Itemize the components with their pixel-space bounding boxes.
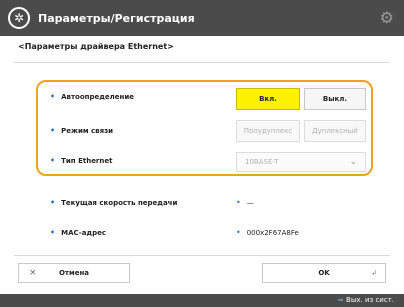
divider bbox=[14, 255, 390, 256]
close-icon: × bbox=[29, 268, 37, 278]
auto-detect-on-button[interactable]: Вкл. bbox=[236, 88, 300, 110]
page-subtitle: <Параметры драйвера Ethernet> bbox=[18, 42, 174, 51]
bullet-icon: • bbox=[50, 126, 56, 135]
mac-address-value: • 000х2F67A8Fe bbox=[236, 228, 299, 237]
gear-icon[interactable]: ⚙ bbox=[380, 8, 394, 27]
bullet-icon: • bbox=[50, 92, 56, 101]
mac-address-label: • MAC-адрес bbox=[50, 228, 106, 237]
tx-speed-label: • Текущая скорость передачи bbox=[50, 198, 178, 207]
chevron-down-icon: ⌄ bbox=[349, 157, 357, 167]
enter-icon: ↲ bbox=[371, 269, 377, 277]
cancel-button[interactable]: × Отмена bbox=[18, 263, 130, 283]
comm-mode-label: • Режим связи bbox=[50, 126, 114, 135]
tx-speed-value: • — bbox=[236, 198, 254, 207]
window-title: Параметры/Регистрация bbox=[38, 11, 195, 25]
logout-icon: ⇨ bbox=[337, 296, 347, 304]
divider bbox=[14, 62, 390, 63]
status-bar: ⇨ Вых. из сист. bbox=[0, 294, 404, 307]
bullet-icon: • bbox=[236, 198, 241, 207]
bullet-icon: • bbox=[50, 198, 56, 207]
bullet-icon: • bbox=[236, 228, 241, 237]
logout-status[interactable]: ⇨ Вых. из сист. bbox=[338, 296, 394, 304]
title-bar: ✲ Параметры/Регистрация ⚙ bbox=[0, 0, 404, 36]
half-duplex-button[interactable]: Полудуплекс bbox=[236, 120, 300, 142]
ok-button[interactable]: OK ↲ bbox=[262, 263, 386, 283]
settings-registration-icon: ✲ bbox=[8, 7, 30, 29]
full-duplex-button[interactable]: Дуплексный bbox=[304, 120, 366, 142]
auto-detect-off-button[interactable]: Выкл. bbox=[304, 88, 366, 110]
bullet-icon: • bbox=[50, 156, 56, 165]
auto-detect-label: • Автоопределение bbox=[50, 92, 135, 101]
ethernet-type-label: • Тип Ethernet bbox=[50, 156, 113, 165]
ethernet-type-select[interactable]: 10BASE-T ⌄ bbox=[236, 152, 366, 172]
bullet-icon: • bbox=[50, 228, 56, 237]
